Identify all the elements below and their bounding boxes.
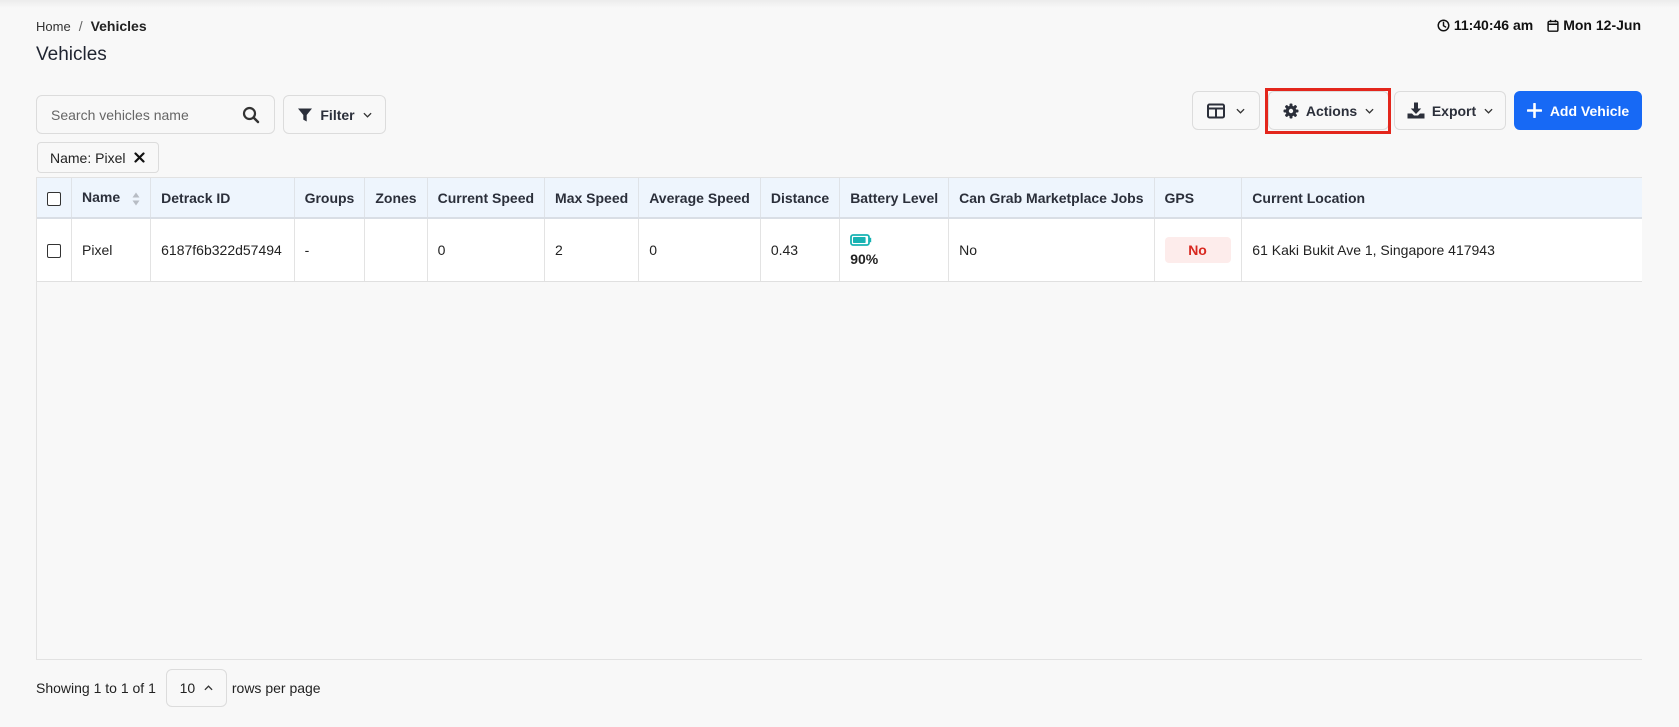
plus-icon	[1526, 103, 1542, 118]
add-vehicle-button[interactable]: Add Vehicle	[1514, 91, 1642, 130]
add-vehicle-button-label: Add Vehicle	[1549, 102, 1630, 119]
funnel-icon	[298, 108, 313, 121]
date-text: Mon 12-Jun	[1563, 17, 1641, 33]
column-header-current-location: Current Location	[1241, 178, 1642, 219]
gps-status-badge: No	[1164, 236, 1231, 263]
clock-display: 11:40:46 am Mon 12-Jun	[1437, 17, 1641, 33]
clock-icon	[1437, 18, 1450, 32]
calendar-icon	[1547, 19, 1559, 32]
table-header-row: Name Detrack ID Groups Zones Current Spe…	[37, 178, 1642, 219]
download-icon	[1407, 102, 1425, 119]
date-display: Mon 12-Jun	[1547, 17, 1641, 33]
cell-current-location: 61 Kaki Bukit Ave 1, Singapore 417943	[1241, 218, 1642, 282]
table-row[interactable]: Pixel 6187f6b322d57494 - 0 2 0 0.43 90% …	[37, 218, 1642, 282]
pagination-summary: Showing 1 to 1 of 1	[36, 680, 156, 696]
row-checkbox[interactable]	[47, 243, 61, 258]
active-filter-chip: Name: Pixel	[37, 142, 159, 173]
time-text: 11:40:46 am	[1453, 17, 1534, 33]
top-shadow	[0, 0, 1679, 8]
search-box	[36, 95, 275, 134]
chevron-down-icon	[363, 112, 372, 118]
actions-button-label: Actions	[1305, 102, 1358, 119]
vehicles-table-container: Name Detrack ID Groups Zones Current Spe…	[36, 177, 1642, 660]
search-input[interactable]	[51, 106, 231, 123]
close-icon[interactable]	[134, 152, 146, 163]
cell-marketplace-jobs: No	[948, 218, 1155, 282]
column-header-detrack-id: Detrack ID	[150, 178, 295, 219]
cell-name[interactable]: Pixel	[71, 218, 152, 282]
column-header-max-speed: Max Speed	[544, 178, 640, 219]
column-header-zones: Zones	[364, 178, 428, 219]
actions-button[interactable]: Actions	[1268, 91, 1389, 130]
column-header-average-speed: Average Speed	[638, 178, 761, 219]
vehicles-table: Name Detrack ID Groups Zones Current Spe…	[37, 178, 1642, 282]
breadcrumb-separator: /	[78, 18, 83, 34]
cell-distance: 0.43	[760, 218, 841, 282]
cell-average-speed: 0	[638, 218, 761, 282]
battery-percentage: 90%	[850, 250, 879, 267]
cell-groups: -	[294, 218, 366, 282]
breadcrumb-current: Vehicles	[90, 18, 147, 34]
export-button-label: Export	[1431, 102, 1477, 119]
breadcrumb: Home / Vehicles	[36, 18, 147, 34]
select-all-checkbox[interactable]	[47, 191, 61, 206]
sort-icon[interactable]	[132, 192, 140, 206]
breadcrumb-home-link[interactable]: Home	[36, 19, 71, 34]
time-display: 11:40:46 am	[1437, 17, 1533, 33]
row-select-cell	[37, 218, 72, 282]
chevron-down-icon	[1365, 108, 1374, 114]
filter-button-label: Filter	[320, 106, 355, 123]
cell-max-speed: 2	[544, 218, 640, 282]
pagination-bar: Showing 1 to 1 of 1 10 rows per page	[36, 669, 321, 707]
cell-detrack-id: 6187f6b322d57494	[150, 218, 295, 282]
chevron-down-icon	[1484, 108, 1493, 114]
column-header-name[interactable]: Name	[71, 178, 152, 219]
column-header-distance: Distance	[760, 178, 841, 219]
export-button[interactable]: Export	[1394, 91, 1506, 130]
gear-icon	[1283, 103, 1299, 118]
select-all-header	[37, 178, 72, 219]
chevron-down-icon	[1236, 108, 1245, 114]
column-header-battery-level: Battery Level	[839, 178, 950, 219]
columns-icon	[1207, 103, 1225, 118]
cell-current-speed: 0	[427, 218, 546, 282]
search-icon[interactable]	[242, 106, 260, 124]
column-header-current-speed: Current Speed	[427, 178, 546, 219]
chevron-up-icon	[204, 685, 213, 691]
battery-icon	[850, 233, 872, 246]
cell-zones	[364, 218, 428, 282]
cell-battery-level: 90%	[839, 218, 950, 282]
page-title: Vehicles	[36, 44, 107, 65]
battery-fill	[853, 236, 866, 243]
page-size-value: 10	[179, 680, 196, 696]
cell-gps: No	[1154, 218, 1243, 282]
column-toggle-button[interactable]	[1192, 91, 1260, 130]
filter-button[interactable]: Filter	[283, 95, 386, 134]
column-header-marketplace-jobs: Can Grab Marketplace Jobs	[948, 178, 1155, 219]
page-size-select[interactable]: 10	[165, 669, 227, 707]
rows-per-page-label: rows per page	[231, 680, 321, 696]
column-header-groups: Groups	[294, 178, 366, 219]
column-header-gps: GPS	[1154, 178, 1243, 219]
active-filter-label: Name: Pixel	[50, 149, 126, 166]
